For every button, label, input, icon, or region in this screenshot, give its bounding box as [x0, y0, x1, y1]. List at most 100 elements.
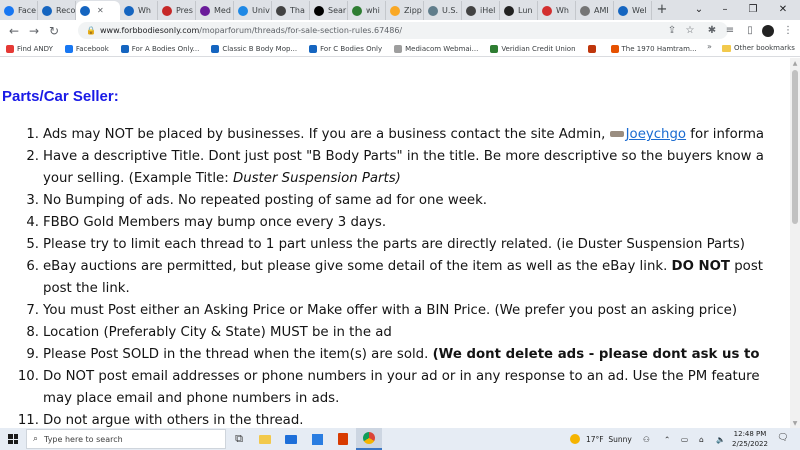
browser-tab[interactable]: Wh [538, 1, 576, 20]
rule-text: Please Post SOLD in the thread when the … [43, 347, 433, 362]
tab-favicon-icon [580, 5, 590, 16]
browser-tab[interactable]: whi [348, 1, 386, 20]
rule-item: post the link. [43, 278, 790, 300]
bookmark-item[interactable]: Find ANDY [6, 45, 53, 53]
tab-label: Med [214, 6, 231, 15]
new-tab-icon[interactable]: + [652, 1, 672, 20]
notifications-icon[interactable]: 🗨 [776, 433, 790, 445]
rule-bold-text: DO NOT [671, 259, 731, 274]
bookmark-star-icon[interactable]: ☆ [682, 23, 698, 39]
rule-item: 7. You must Post either an Asking Price o… [26, 300, 790, 322]
browser-tab[interactable]: Pres [158, 1, 196, 20]
bookmark-favicon-icon [587, 45, 596, 53]
extensions-puzzle-icon[interactable]: ✱ [704, 23, 720, 39]
folder-icon [722, 44, 731, 52]
bookmarks-overflow-icon[interactable]: » [707, 42, 712, 51]
rule-item: 8. Location (Preferably City & State) MUS… [26, 322, 790, 344]
tab-label: AMI [594, 6, 609, 15]
bookmark-item[interactable]: Mediacom Webmai... [394, 45, 478, 53]
tab-search-icon[interactable]: ⌄ [686, 0, 712, 20]
browser-tab[interactable]: Wh [120, 1, 158, 20]
volume-icon[interactable]: 🔈 [716, 428, 725, 450]
rule-number: 6. [26, 259, 39, 274]
tab-favicon-icon [4, 5, 14, 16]
rule-bold-text: (We dont delete ads - please dont ask us… [432, 347, 760, 362]
rule-text: FBBO Gold Members may bump once every 3 … [43, 215, 387, 230]
bookmark-item[interactable]: The 1970 Hamtram... [610, 45, 697, 53]
browser-tab[interactable]: Med [196, 1, 234, 20]
bookmark-item[interactable]: For C Bodies Only [309, 45, 382, 53]
bookmark-item[interactable] [587, 45, 599, 53]
bookmark-favicon-icon [394, 45, 403, 53]
bookmarks-bar: Find ANDY Facebook For A Bodies Only... Cla… [0, 42, 800, 57]
address-bar[interactable]: 🔒 www.forbbodiesonly.com/moparforum/thre… [78, 22, 728, 39]
bookmark-favicon-icon [309, 45, 318, 53]
rule-text: No Bumping of ads. No repeated posting o… [43, 193, 487, 208]
reload-icon[interactable]: ↻ [44, 24, 64, 38]
browser-tab[interactable]: Zipp [386, 1, 424, 20]
office-icon[interactable] [330, 428, 356, 450]
rule-item: 6. eBay auctions are permitted, but pleas… [26, 256, 790, 278]
task-view-icon[interactable]: ⧉ [226, 428, 252, 450]
browser-tab[interactable]: iHel [462, 1, 500, 20]
browser-tab[interactable]: Tha [272, 1, 310, 20]
rule-number: 3. [26, 193, 39, 208]
taskbar-app-icon[interactable]: ▭ [681, 428, 688, 450]
browser-tab[interactable]: Sear [310, 1, 348, 20]
scroll-down-arrow-icon[interactable]: ▼ [790, 420, 800, 427]
start-button[interactable] [0, 428, 26, 450]
rule-text: eBay auctions are permitted, but please … [43, 259, 672, 274]
chrome-icon[interactable] [356, 428, 382, 450]
bookmark-label: Find ANDY [17, 45, 53, 53]
browser-tab[interactable]: ✕ [76, 1, 120, 20]
rule-item: may place email and phone numbers in ads… [43, 388, 790, 410]
reading-list-icon[interactable]: ≡ [722, 23, 738, 39]
browser-tab[interactable]: Wel [614, 1, 652, 20]
taskbar: ⌕ Type here to search ⧉ [0, 428, 800, 450]
mail-icon[interactable] [278, 428, 304, 450]
maximize-button[interactable]: ❐ [740, 0, 766, 20]
rule-number: 11. [17, 413, 39, 428]
file-explorer-icon[interactable] [252, 428, 278, 450]
browser-tab[interactable]: Reco [38, 1, 76, 20]
browser-tab[interactable]: Univ [234, 1, 272, 20]
rule-number: 2. [26, 149, 39, 164]
sidebar-icon[interactable]: ▯ [742, 23, 758, 39]
menu-kebab-icon[interactable]: ⋮ [780, 23, 796, 39]
browser-tab[interactable]: AMI [576, 1, 614, 20]
network-icon[interactable]: ⌂ [699, 428, 704, 450]
bookmark-item[interactable]: Veridian Credit Union [490, 45, 576, 53]
browser-tab[interactable]: Face [0, 1, 38, 20]
scroll-up-arrow-icon[interactable]: ▲ [790, 60, 800, 67]
forward-arrow-icon[interactable]: → [24, 24, 44, 38]
browser-tab[interactable]: Lun [500, 1, 538, 20]
tab-label: Wh [138, 6, 151, 15]
people-icon[interactable]: ⚇ [643, 428, 650, 450]
system-clock[interactable]: 12:48 PM 2/25/2022 [730, 429, 770, 449]
rule-text: Do not argue with others in the thread. [43, 413, 304, 428]
back-arrow-icon[interactable]: ← [4, 24, 24, 38]
microsoft-store-icon[interactable] [304, 428, 330, 450]
scrollbar-thumb[interactable] [792, 70, 798, 224]
bookmark-label: The 1970 Hamtram... [621, 45, 697, 53]
bookmark-item[interactable]: For A Bodies Only... [120, 45, 199, 53]
tab-label: Wh [556, 6, 569, 15]
rule-text: Please try to limit each thread to 1 par… [43, 237, 745, 252]
other-bookmarks-folder[interactable]: Other bookmarks [722, 44, 795, 52]
close-tab-icon[interactable]: ✕ [97, 6, 104, 15]
bookmark-item[interactable]: Classic B Body Mop... [211, 45, 297, 53]
rule-item: 9. Please Post SOLD in the thread when th… [26, 344, 790, 366]
weather-widget[interactable]: 17°F Sunny [570, 428, 632, 450]
profile-avatar[interactable] [760, 23, 776, 39]
minimize-button[interactable]: – [712, 0, 738, 20]
tab-label: Lun [518, 6, 533, 15]
admin-user-link[interactable]: Joeychgo [626, 127, 686, 142]
show-hidden-icons-icon[interactable]: ⌃ [664, 428, 670, 450]
tab-favicon-icon [428, 5, 438, 16]
share-icon[interactable]: ⇪ [664, 23, 680, 39]
taskbar-search-box[interactable]: ⌕ Type here to search [26, 429, 226, 449]
bookmark-item[interactable]: Facebook [64, 45, 109, 53]
close-button[interactable]: ✕ [770, 0, 796, 20]
browser-tab[interactable]: U.S. [424, 1, 462, 20]
rule-text: Location (Preferably City & State) MUST … [43, 325, 392, 340]
